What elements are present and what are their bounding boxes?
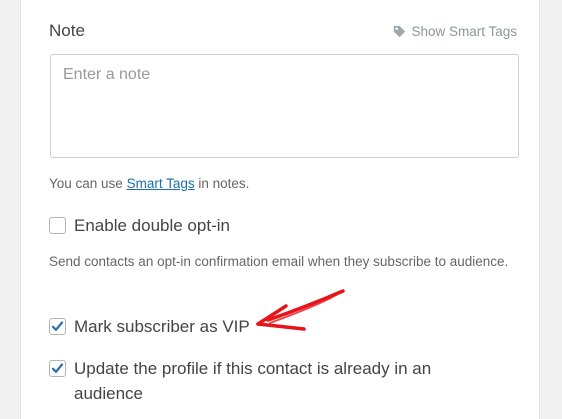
note-label: Note — [49, 21, 85, 40]
double-optin-description: Send contacts an opt-in confirmation ema… — [49, 254, 509, 269]
vip-label: Mark subscriber as VIP — [74, 317, 250, 336]
show-smart-tags-button[interactable]: Show Smart Tags — [393, 24, 517, 39]
vip-row[interactable]: Mark subscriber as VIP — [49, 314, 250, 339]
note-help-text: You can use Smart Tags in notes. — [49, 176, 249, 191]
help-prefix: You can use — [49, 176, 127, 191]
show-smart-tags-label: Show Smart Tags — [411, 24, 517, 39]
double-optin-checkbox[interactable] — [49, 217, 66, 234]
double-optin-row[interactable]: Enable double opt-in — [49, 213, 230, 238]
checkmark-icon — [51, 363, 64, 373]
update-profile-row[interactable]: Update the profile if this contact is al… — [49, 356, 489, 406]
settings-panel: Note Show Smart Tags You can use Smart T… — [20, 0, 540, 419]
note-textarea[interactable] — [50, 54, 519, 158]
update-profile-checkbox[interactable] — [49, 360, 66, 377]
vip-checkbox[interactable] — [49, 318, 66, 335]
update-profile-label: Update the profile if this contact is al… — [74, 359, 432, 403]
help-suffix: in notes. — [194, 176, 250, 191]
double-optin-label: Enable double opt-in — [74, 216, 230, 235]
smart-tags-link[interactable]: Smart Tags — [127, 176, 195, 191]
tag-icon — [394, 25, 406, 38]
checkmark-icon — [51, 321, 64, 331]
